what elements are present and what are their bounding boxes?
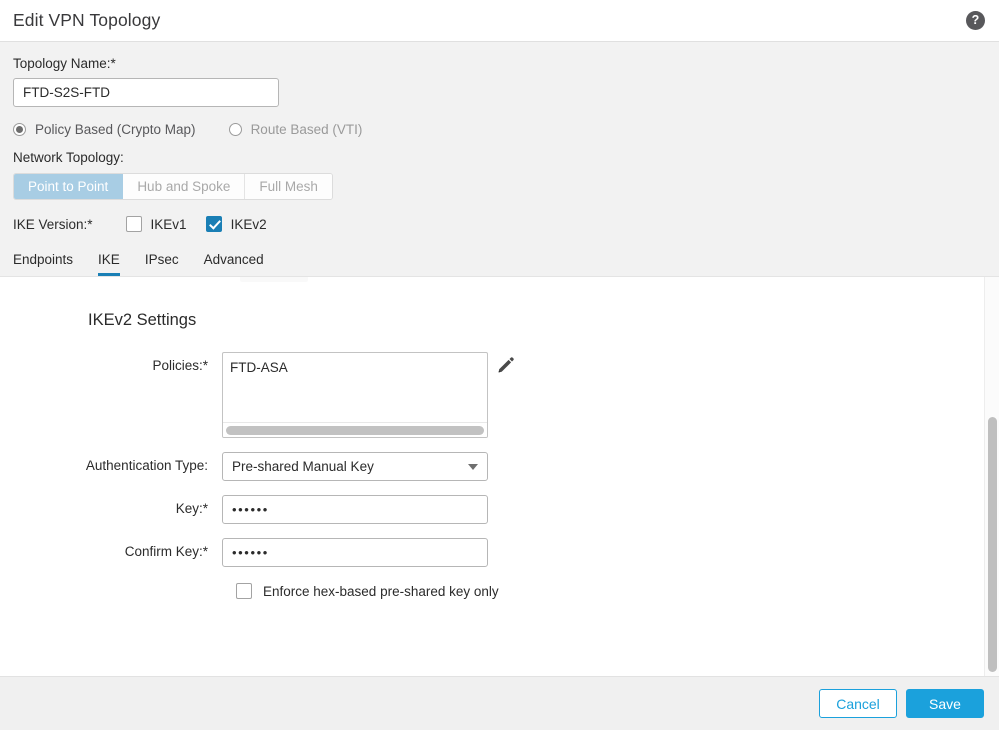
tab-endpoints[interactable]: Endpoints <box>13 252 73 277</box>
radio-route-based-label: Route Based (VTI) <box>250 122 363 137</box>
topology-name-input[interactable] <box>13 78 279 107</box>
vertical-scrollbar[interactable] <box>984 277 999 676</box>
ikev2-settings-form: IKEv2 Settings Policies:* FTD-ASA Authen… <box>0 277 999 676</box>
page-title: Edit VPN Topology <box>13 10 161 30</box>
edit-vpn-topology-dialog: Edit VPN Topology ? Topology Name:* Poli… <box>0 0 999 730</box>
ike-tab-panel: IKEv2 Settings Policies:* FTD-ASA Authen… <box>0 276 999 676</box>
enforce-hex-row[interactable]: Enforce hex-based pre-shared key only <box>236 583 999 599</box>
radio-route-based[interactable]: Route Based (VTI) <box>228 122 363 137</box>
radio-policy-based[interactable]: Policy Based (Crypto Map) <box>13 122 196 137</box>
save-button[interactable]: Save <box>906 689 984 718</box>
cancel-button[interactable]: Cancel <box>819 689 897 718</box>
dialog-header: Edit VPN Topology ? <box>0 0 999 42</box>
authentication-type-row: Authentication Type: Pre-shared Manual K… <box>0 452 999 481</box>
dialog-footer: Cancel Save <box>0 676 999 730</box>
checkbox-checked-icon <box>205 216 222 232</box>
radio-policy-based-label: Policy Based (Crypto Map) <box>35 122 196 137</box>
key-input[interactable] <box>222 495 488 524</box>
radio-selected-icon <box>13 123 26 136</box>
vertical-scrollbar-thumb[interactable] <box>988 417 997 672</box>
policies-label: Policies:* <box>152 358 208 373</box>
pencil-icon[interactable] <box>497 356 515 374</box>
network-topology-label: Network Topology: <box>13 150 124 165</box>
network-topology-segmented-control: Point to Point Hub and Spoke Full Mesh <box>13 173 333 200</box>
vpn-type-radio-group: Policy Based (Crypto Map) Route Based (V… <box>13 122 986 137</box>
ikev2-settings-heading: IKEv2 Settings <box>88 311 197 329</box>
segment-point-to-point[interactable]: Point to Point <box>14 174 124 199</box>
policies-horizontal-scrollbar[interactable] <box>223 422 487 437</box>
authentication-type-select[interactable]: Pre-shared Manual Key <box>222 452 488 481</box>
checkbox-ikev2[interactable]: IKEv2 <box>205 216 267 232</box>
tab-ike[interactable]: IKE <box>98 252 120 276</box>
confirm-key-row: Confirm Key:* <box>0 538 999 567</box>
tab-ipsec[interactable]: IPsec <box>145 252 179 277</box>
policies-list-box[interactable]: FTD-ASA <box>222 352 488 438</box>
topology-name-label: Topology Name:* <box>13 56 116 71</box>
checkbox-unchecked-icon[interactable] <box>236 583 252 599</box>
confirm-key-label: Confirm Key:* <box>124 544 208 559</box>
checkbox-ikev2-label: IKEv2 <box>230 216 267 232</box>
checkbox-unchecked-icon <box>125 216 142 232</box>
ike-version-label: IKE Version:* <box>13 216 93 232</box>
key-label: Key:* <box>175 501 208 516</box>
segment-full-mesh[interactable]: Full Mesh <box>245 174 332 199</box>
tab-bar: Endpoints IKE IPsec Advanced <box>0 246 999 276</box>
topology-settings-panel: Topology Name:* Policy Based (Crypto Map… <box>0 42 999 246</box>
ike-version-row: IKE Version:* IKEv1 IKEv2 <box>13 216 986 246</box>
radio-unselected-icon <box>228 123 242 136</box>
enforce-hex-label: Enforce hex-based pre-shared key only <box>263 583 499 599</box>
policies-row: Policies:* FTD-ASA <box>0 352 999 438</box>
segment-hub-and-spoke[interactable]: Hub and Spoke <box>123 174 246 199</box>
confirm-key-input[interactable] <box>222 538 488 567</box>
authentication-type-value: Pre-shared Manual Key <box>232 459 374 474</box>
clipped-field-ghost <box>240 277 308 282</box>
policies-list-item[interactable]: FTD-ASA <box>223 353 487 375</box>
key-row: Key:* <box>0 495 999 524</box>
tab-advanced[interactable]: Advanced <box>204 252 264 277</box>
chevron-down-icon <box>468 463 478 470</box>
help-circle-icon[interactable]: ? <box>966 11 985 30</box>
checkbox-ikev1[interactable]: IKEv1 <box>125 216 187 232</box>
authentication-type-label: Authentication Type: <box>85 458 208 473</box>
clipped-scrolled-row <box>0 277 999 282</box>
policies-scrollbar-thumb[interactable] <box>226 425 484 435</box>
checkbox-ikev1-label: IKEv1 <box>150 216 187 232</box>
